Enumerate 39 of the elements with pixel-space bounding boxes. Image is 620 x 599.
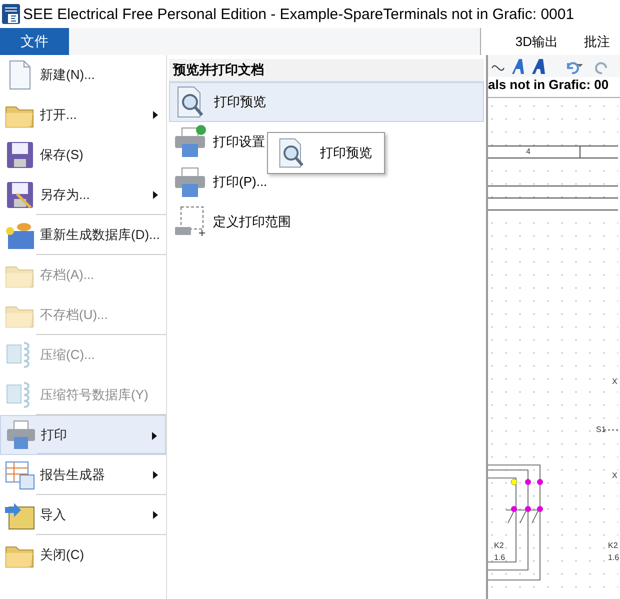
printer-icon xyxy=(5,419,37,451)
ribbon-tab[interactable]: 3D输出 xyxy=(505,32,568,50)
menu-item[interactable]: 新建(N)... xyxy=(0,55,166,95)
menu-item[interactable]: 导入 xyxy=(0,495,166,535)
schematic-label: 1.6 xyxy=(608,553,620,562)
schematic-label: X xyxy=(612,377,618,386)
printer-check-icon xyxy=(173,125,207,159)
menu-item[interactable]: 另存为... xyxy=(0,175,166,215)
print-option[interactable]: 打印设置 xyxy=(169,122,267,162)
schematic-label: 1.6 xyxy=(494,553,506,562)
menu-item[interactable]: 关闭(C) xyxy=(0,535,166,575)
file-tab[interactable]: 文件 xyxy=(0,28,69,55)
menu-item[interactable]: 打开... xyxy=(0,95,166,135)
schematic-label: K2 xyxy=(608,541,618,550)
ribbon-tab[interactable]: 批注 xyxy=(574,32,620,50)
submenu-arrow-icon xyxy=(152,432,157,440)
disk-pencil-icon xyxy=(4,179,36,211)
menu-item[interactable]: 保存(S) xyxy=(0,135,166,175)
print-option[interactable]: 打印预览 xyxy=(169,82,484,122)
panel-heading: 预览并打印文档 xyxy=(169,59,484,82)
tooltip-text: 打印预览 xyxy=(320,144,372,162)
submenu-arrow-icon xyxy=(153,191,158,199)
schematic-label: S1 xyxy=(596,425,606,434)
print-option[interactable]: 定义打印范围 xyxy=(169,202,293,242)
print-area-icon xyxy=(173,205,207,239)
menu-item[interactable]: 重新生成数据库(D)... xyxy=(0,215,166,255)
menu-item[interactable]: 打印 xyxy=(0,415,166,455)
schematic-label: X xyxy=(612,471,618,480)
submenu-arrow-icon xyxy=(153,111,158,119)
report-icon xyxy=(4,459,36,491)
window-title: SEE Electrical Free Personal Edition - Example-SpareTerminals not in Grafic: 0001 xyxy=(23,6,574,22)
schematic-label: K2 xyxy=(494,541,504,550)
schematic-label: 4 xyxy=(526,147,530,156)
printer-icon xyxy=(173,165,207,199)
print-option[interactable]: 打印(P)... xyxy=(169,162,270,202)
menu-item[interactable]: 报告生成器 xyxy=(0,455,166,495)
submenu-arrow-icon xyxy=(153,511,158,519)
document-title: als not in Grafic: 00 xyxy=(488,77,620,98)
submenu-arrow-icon xyxy=(153,471,158,479)
